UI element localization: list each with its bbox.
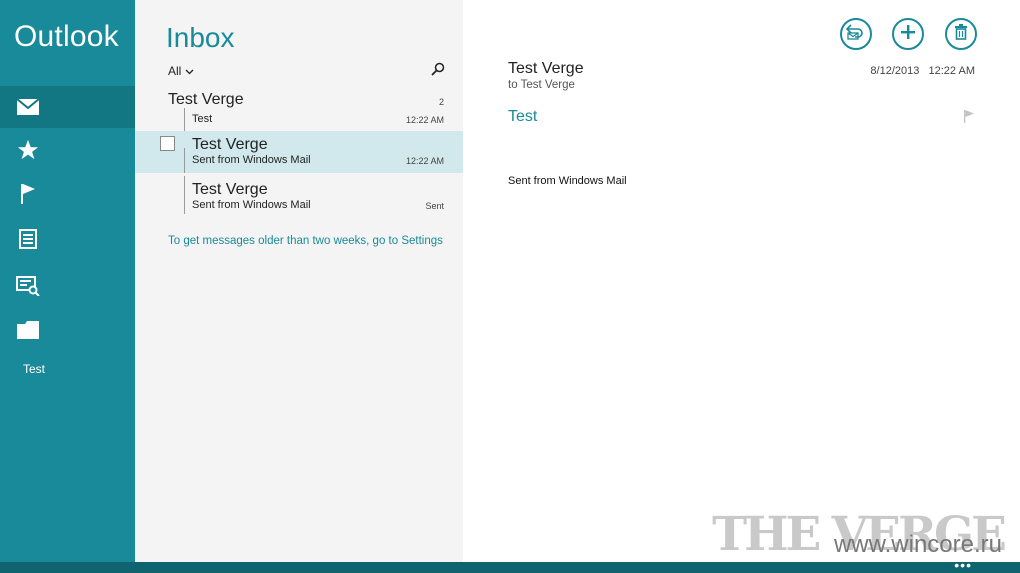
- reading-date-value: 8/12/2013: [870, 65, 920, 77]
- star-icon: [16, 138, 40, 162]
- list-item-selected[interactable]: Test Verge Sent from Windows Mail 12:22 …: [135, 131, 463, 173]
- message-time: 12:22 AM: [405, 156, 444, 166]
- more-icon[interactable]: •••: [954, 558, 972, 572]
- thread-line: [184, 108, 185, 133]
- message-preview: Test: [192, 113, 213, 125]
- watermark-site: www.wincore.ru: [833, 531, 1002, 558]
- message-time: 12:22 AM: [405, 115, 444, 125]
- filter-dropdown[interactable]: All: [168, 64, 194, 78]
- reading-to: to Test Verge: [508, 79, 575, 91]
- message-time: Sent: [425, 201, 444, 211]
- message-count: 2: [438, 97, 444, 107]
- delete-icon: [954, 23, 968, 45]
- sidebar-item-newsletters[interactable]: [0, 218, 135, 260]
- reading-date: 8/12/2013 12:22 AM: [870, 65, 975, 77]
- delete-button[interactable]: [945, 18, 977, 50]
- filter-label: All: [168, 64, 182, 78]
- folder-test[interactable]: Test: [23, 362, 45, 376]
- flag-icon: [16, 182, 40, 206]
- watermark: THE VERGE www.wincore.ru: [712, 511, 1007, 558]
- social-updates-icon: [16, 274, 40, 298]
- list-item[interactable]: Test Verge Sent from Windows Mail Sent: [135, 176, 463, 218]
- search-icon[interactable]: [431, 62, 447, 78]
- sidebar-item-favorites[interactable]: [0, 129, 135, 171]
- flag-icon[interactable]: [963, 110, 975, 123]
- message-from: Test Verge: [192, 181, 268, 198]
- newsletter-icon: [16, 227, 40, 251]
- reply-icon: [845, 23, 866, 45]
- thread-line: [184, 176, 185, 214]
- new-mail-button[interactable]: [892, 18, 924, 50]
- message-list-pane: Inbox All Test Verge Test 2 12:22 AM Tes…: [135, 0, 463, 562]
- sidebar-item-flagged[interactable]: [0, 173, 135, 215]
- message-preview: Sent from Windows Mail: [192, 154, 311, 166]
- mail-icon: [16, 95, 40, 119]
- list-title: Inbox: [166, 22, 235, 53]
- reading-body: Sent from Windows Mail: [508, 175, 627, 187]
- reading-time-value: 12:22 AM: [928, 65, 975, 77]
- sidebar-item-mail[interactable]: [0, 86, 135, 128]
- reading-from: Test Verge: [508, 60, 584, 77]
- folder-icon: [16, 318, 40, 342]
- message-checkbox[interactable]: [160, 136, 175, 151]
- message-preview: Sent from Windows Mail: [192, 199, 311, 211]
- list-item[interactable]: Test Verge Test 2 12:22 AM: [135, 91, 463, 133]
- new-mail-icon: [900, 24, 916, 45]
- app-title: Outlook: [14, 20, 119, 53]
- sidebar-item-folders[interactable]: [0, 309, 135, 351]
- message-from: Test Verge: [192, 136, 268, 153]
- thread-line: [184, 148, 185, 173]
- reply-button[interactable]: [840, 18, 872, 50]
- chevron-down-icon: [185, 64, 194, 78]
- reading-subject: Test: [508, 108, 538, 125]
- app-bar: •••: [0, 558, 1020, 573]
- sidebar: Outlook Test: [0, 0, 135, 562]
- reading-pane: Test Verge to Test Verge 8/12/2013 12:22…: [463, 0, 1020, 562]
- older-messages-link[interactable]: To get messages older than two weeks, go…: [168, 235, 443, 247]
- sidebar-item-social-updates[interactable]: [0, 265, 135, 307]
- message-from: Test Verge: [168, 91, 244, 108]
